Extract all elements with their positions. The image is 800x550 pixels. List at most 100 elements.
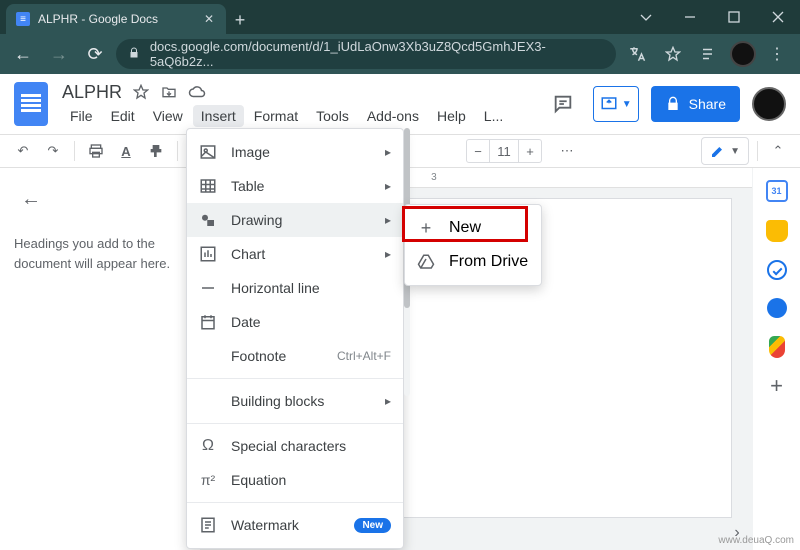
menu-bar: File Edit View Insert Format Tools Add-o… (62, 105, 511, 127)
menu-help[interactable]: Help (429, 105, 474, 127)
lock-icon (128, 47, 142, 61)
tab-close-icon[interactable]: ✕ (202, 12, 216, 26)
table-icon (199, 177, 217, 195)
insert-watermark[interactable]: Watermark New (187, 508, 403, 542)
ruler-mark: 3 (431, 172, 437, 183)
spellcheck-icon[interactable]: A (113, 138, 139, 164)
menu-separator (187, 378, 403, 379)
menu-tools[interactable]: Tools (308, 105, 357, 127)
image-watermark: www.deuaQ.com (718, 535, 794, 546)
menu-item-label: Horizontal line (231, 280, 320, 296)
blocks-icon (199, 392, 217, 410)
nav-reload-icon[interactable]: ⟳ (80, 39, 110, 69)
menu-format[interactable]: Format (246, 105, 306, 127)
menu-file[interactable]: File (62, 105, 101, 127)
comments-icon[interactable] (545, 86, 581, 122)
submenu-arrow-icon: ▸ (385, 247, 391, 261)
menu-item-label: Table (231, 178, 264, 194)
nav-back-icon[interactable]: ← (8, 39, 38, 69)
account-avatar-icon[interactable] (752, 87, 786, 121)
browser-tab[interactable]: ≡ ALPHR - Google Docs ✕ (6, 4, 226, 34)
move-icon[interactable] (160, 83, 178, 101)
redo-icon[interactable]: ↷ (40, 138, 66, 164)
window-close-icon[interactable] (756, 0, 800, 34)
menu-item-label: Image (231, 144, 270, 160)
pi-icon: π² (199, 471, 217, 489)
insert-date[interactable]: Date (187, 305, 403, 339)
insert-special-characters[interactable]: Ω Special characters (187, 429, 403, 463)
shortcut-label: Ctrl+Alt+F (337, 349, 391, 363)
menu-item-label: From Drive (449, 253, 528, 271)
font-size-input[interactable]: 11 (489, 140, 519, 162)
drawing-submenu: + New From Drive (404, 204, 542, 286)
toolbar-more-icon[interactable]: ⋯ (554, 138, 580, 164)
outline-panel: ← Headings you add to the document will … (0, 168, 200, 550)
maps-icon[interactable] (769, 336, 785, 358)
browser-titlebar: ≡ ALPHR - Google Docs ✕ + (0, 0, 800, 34)
drawing-from-drive[interactable]: From Drive (405, 245, 541, 279)
insert-building-blocks[interactable]: Building blocks ▸ (187, 384, 403, 418)
paint-format-icon[interactable] (143, 138, 169, 164)
undo-icon[interactable]: ↶ (10, 138, 36, 164)
drive-icon (417, 253, 435, 271)
menu-edit[interactable]: Edit (103, 105, 143, 127)
address-bar[interactable]: docs.google.com/document/d/1_iUdLaOnw3Xb… (116, 39, 616, 69)
chrome-menu-icon[interactable]: ⋮ (762, 39, 792, 69)
insert-image[interactable]: Image ▸ (187, 135, 403, 169)
window-minimize-icon[interactable] (668, 0, 712, 34)
document-title[interactable]: ALPHR (62, 82, 122, 103)
outline-collapse-icon[interactable]: ← (14, 182, 48, 216)
tab-search-icon[interactable] (624, 0, 668, 34)
plus-icon: + (417, 219, 435, 237)
menu-item-label: Drawing (231, 212, 282, 228)
menu-separator (187, 423, 403, 424)
menu-addons[interactable]: Add-ons (359, 105, 427, 127)
share-label: Share (689, 96, 726, 112)
insert-footnote[interactable]: Footnote Ctrl+Alt+F (187, 339, 403, 373)
insert-chart[interactable]: Chart ▸ (187, 237, 403, 271)
insert-table[interactable]: Table ▸ (187, 169, 403, 203)
outline-placeholder: Headings you add to the document will ap… (14, 234, 190, 273)
present-button[interactable]: ▼ (593, 86, 639, 122)
star-icon[interactable] (132, 83, 150, 101)
share-button[interactable]: Share (651, 86, 740, 122)
menu-insert[interactable]: Insert (193, 105, 244, 127)
keep-icon[interactable] (766, 220, 788, 242)
translate-icon[interactable] (622, 39, 652, 69)
menu-item-label: Date (231, 314, 261, 330)
menu-overflow[interactable]: L... (476, 105, 511, 127)
menu-item-label: Building blocks (231, 393, 324, 409)
bookmark-star-icon[interactable] (658, 39, 688, 69)
menu-item-label: New (449, 219, 481, 237)
footnote-icon (199, 347, 217, 365)
drawing-new[interactable]: + New (405, 211, 541, 245)
menu-item-label: Chart (231, 246, 265, 262)
hr-icon (199, 279, 217, 297)
submenu-arrow-icon: ▸ (385, 179, 391, 193)
profile-avatar-icon[interactable] (730, 41, 756, 67)
addons-plus-icon[interactable]: + (767, 376, 787, 396)
drawing-icon (199, 211, 217, 229)
font-size-minus[interactable]: − (467, 138, 489, 164)
calendar-icon[interactable] (766, 180, 788, 202)
docs-favicon: ≡ (16, 12, 30, 26)
reading-list-icon[interactable] (694, 39, 724, 69)
cloud-status-icon[interactable] (188, 83, 206, 101)
insert-dropdown: Image ▸ Table ▸ Drawing ▸ Chart ▸ Horizo… (186, 128, 404, 549)
print-icon[interactable] (83, 138, 109, 164)
insert-horizontal-line[interactable]: Horizontal line (187, 271, 403, 305)
insert-equation[interactable]: π² Equation (187, 463, 403, 497)
tasks-icon[interactable] (767, 260, 787, 280)
contacts-icon[interactable] (767, 298, 787, 318)
google-docs-logo-icon[interactable] (14, 82, 48, 126)
window-maximize-icon[interactable] (712, 0, 756, 34)
browser-toolbar: ← → ⟳ docs.google.com/document/d/1_iUdLa… (0, 34, 800, 74)
new-tab-button[interactable]: + (226, 6, 254, 34)
menu-separator (187, 502, 403, 503)
font-size-plus[interactable]: + (519, 138, 541, 164)
menu-item-label: Special characters (231, 438, 346, 454)
editing-mode-button[interactable]: ▼ (701, 137, 749, 165)
menu-view[interactable]: View (145, 105, 191, 127)
hide-menus-icon[interactable]: ⌃ (766, 139, 790, 163)
insert-drawing[interactable]: Drawing ▸ (187, 203, 403, 237)
